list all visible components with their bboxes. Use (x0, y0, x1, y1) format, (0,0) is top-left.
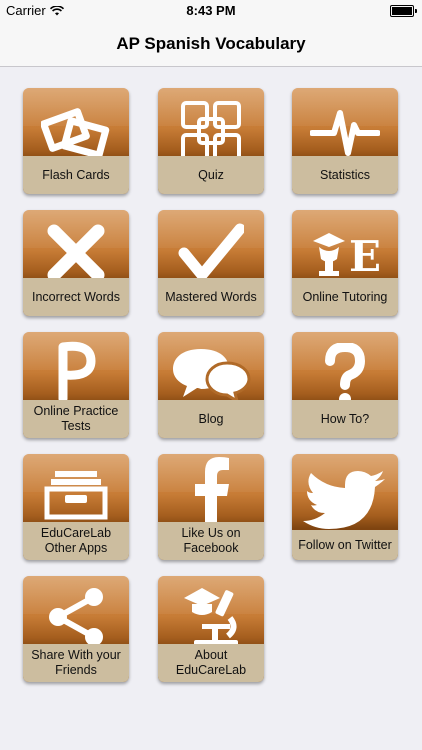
quiz-button[interactable]: Quiz (158, 88, 264, 194)
tile-label: Online Tutoring (302, 289, 388, 304)
svg-text:E: E (349, 232, 381, 281)
tile-label: Share With your Friends (31, 648, 121, 677)
speech-bubbles-icon (173, 349, 251, 405)
tile-label: Incorrect Words (32, 289, 120, 304)
tile-label: Flash Cards (42, 167, 110, 182)
how-to-button[interactable]: How To? (292, 332, 398, 438)
tile-label: Blog (198, 411, 224, 426)
quiz-icon (181, 101, 241, 161)
like-us-on-facebook-button[interactable]: Like Us on Facebook (158, 454, 264, 560)
tile-label: Statistics (319, 167, 370, 182)
battery-icon (390, 5, 417, 17)
online-tutoring-button[interactable]: E Online Tutoring (292, 210, 398, 316)
page-title: AP Spanish Vocabulary (116, 34, 306, 53)
flash-cards-icon (41, 108, 110, 159)
educarelab-other-apps-button[interactable]: EduCareLab Other Apps (23, 454, 129, 560)
share-icon (49, 588, 103, 646)
mastered-words-button[interactable]: Mastered Words (158, 210, 264, 316)
tutoring-icon: E (313, 232, 381, 281)
tile-label: Online Practice Tests (33, 404, 119, 433)
incorrect-words-button[interactable]: Incorrect Words (23, 210, 129, 316)
statistics-button[interactable]: Statistics (292, 88, 398, 194)
microscope-icon (184, 588, 238, 647)
about-educarelab-button[interactable]: About EduCareLab (158, 576, 264, 682)
twitter-bird-icon (303, 471, 385, 529)
facebook-icon (195, 457, 229, 530)
checkmark-icon (178, 223, 244, 281)
status-time: 8:43 PM (186, 3, 236, 18)
follow-on-twitter-button[interactable]: Follow on Twitter (292, 454, 398, 560)
statistics-icon (310, 110, 380, 156)
tile-label: Like Us on Facebook (181, 526, 241, 555)
x-icon (47, 224, 105, 282)
tile-label: Mastered Words (165, 289, 257, 304)
navigation-bar: AP Spanish Vocabulary (0, 22, 422, 67)
flash-cards-button[interactable]: Flash Cards (23, 88, 129, 194)
tile-label: Quiz (198, 167, 224, 182)
tile-label: About EduCareLab (175, 648, 247, 677)
status-bar: Carrier 8:43 PM (0, 0, 422, 22)
tile-label: EduCareLab Other Apps (40, 526, 112, 555)
tile-label: How To? (320, 411, 370, 426)
tile-label: Follow on Twitter (298, 537, 392, 552)
share-with-your-friends-button[interactable]: Share With your Friends (23, 576, 129, 682)
blog-button[interactable]: Blog (158, 332, 264, 438)
practice-p-icon (58, 341, 96, 403)
question-mark-icon (325, 343, 366, 405)
file-drawer-icon (44, 471, 108, 520)
online-practice-tests-button[interactable]: Online Practice Tests (23, 332, 129, 438)
menu-grid: Flash Cards Quiz Statistics Incorrect Wo… (0, 88, 422, 688)
